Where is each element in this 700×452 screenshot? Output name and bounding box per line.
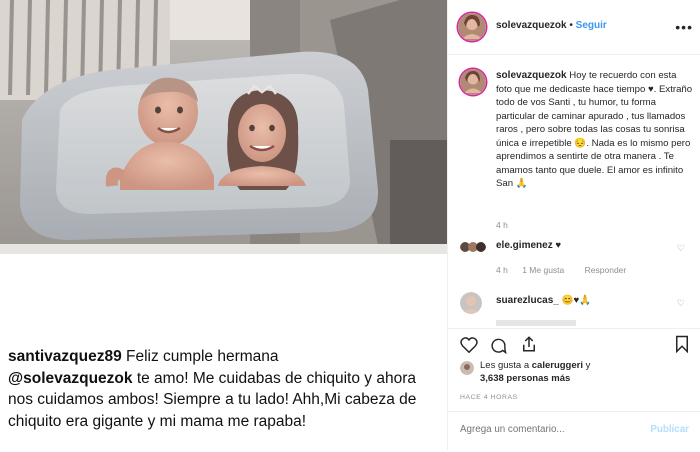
comment-username[interactable]: ele.gimenez bbox=[496, 240, 553, 251]
post-time: 4 h bbox=[496, 220, 508, 230]
vintage-pool-photo bbox=[0, 0, 447, 254]
header-separator: • bbox=[566, 20, 576, 31]
heart-icon[interactable] bbox=[460, 337, 478, 353]
publish-button[interactable]: Publicar bbox=[650, 424, 689, 435]
ellipsis-icon[interactable]: ••• bbox=[675, 19, 693, 35]
caption-text-part-1: Feliz cumple hermana bbox=[121, 348, 279, 365]
caption-username[interactable]: santivazquez89 bbox=[8, 348, 122, 365]
author-avatar[interactable] bbox=[458, 13, 486, 41]
comment-likes[interactable]: 1 Me gusta bbox=[522, 265, 564, 275]
comment-time: 4 h bbox=[496, 265, 508, 275]
caption-mention[interactable]: @solevazquezok bbox=[8, 370, 133, 387]
liker-avatar bbox=[460, 361, 474, 375]
comment-like-heart-icon[interactable]: ♡ bbox=[677, 298, 685, 309]
post-header: solevazquezok • Seguir ••• bbox=[448, 0, 700, 55]
post-username[interactable]: solevazquezok bbox=[496, 70, 567, 81]
likes-prefix: Les gusta a bbox=[480, 360, 532, 371]
share-icon[interactable] bbox=[520, 335, 538, 353]
follow-button[interactable]: Seguir bbox=[576, 20, 607, 31]
comments-section[interactable]: solevazquezok Hoy te recuerdo con esta f… bbox=[448, 55, 700, 327]
caption-text: santivazquez89 Feliz cumple hermana @sol… bbox=[8, 346, 438, 432]
photo-panel: santivazquez89 Feliz cumple hermana @sol… bbox=[0, 0, 447, 450]
comment-text: 😊♥🙏 bbox=[558, 295, 592, 306]
comment-2: suarezlucas_ 😊♥🙏 bbox=[496, 295, 591, 306]
reply-button[interactable]: Responder bbox=[585, 265, 627, 275]
comment-input[interactable] bbox=[460, 424, 630, 435]
post-timestamp: HACE 4 HORAS bbox=[460, 394, 518, 401]
comment-like-heart-icon[interactable]: ♡ bbox=[677, 243, 685, 254]
likes-user[interactable]: caleruggeri bbox=[532, 360, 583, 371]
likes-count[interactable]: 3,638 personas más bbox=[480, 373, 570, 384]
comment-avatar[interactable] bbox=[460, 292, 482, 314]
comment-username[interactable]: suarezlucas_ bbox=[496, 295, 559, 306]
comment-avatar[interactable] bbox=[460, 240, 486, 254]
likes-summary: Les gusta a caleruggeri y 3,638 personas… bbox=[480, 359, 590, 385]
comment-icon[interactable] bbox=[490, 337, 507, 354]
post-photo bbox=[0, 0, 447, 254]
comment-text: ♥ bbox=[552, 240, 562, 251]
caption-area: santivazquez89 Feliz cumple hermana @sol… bbox=[0, 254, 447, 450]
likes-mid: y bbox=[582, 360, 591, 371]
comment-1-meta: 4 h 1 Me gusta Responder bbox=[496, 265, 626, 275]
comment-box: Publicar bbox=[448, 411, 700, 452]
comment-2-meta-placeholder bbox=[496, 320, 576, 326]
comment-1: ele.gimenez ♥ bbox=[496, 240, 561, 251]
post-text: Hoy te recuerdo con esta foto que me ded… bbox=[496, 70, 693, 189]
bookmark-icon[interactable] bbox=[675, 335, 689, 353]
post-avatar[interactable] bbox=[460, 69, 486, 95]
post-sidebar: solevazquezok • Seguir ••• solevazquezok… bbox=[447, 0, 700, 450]
header-username[interactable]: solevazquezok bbox=[496, 20, 567, 31]
post-body: solevazquezok Hoy te recuerdo con esta f… bbox=[496, 69, 694, 191]
post-actions: Les gusta a caleruggeri y 3,638 personas… bbox=[448, 328, 700, 451]
